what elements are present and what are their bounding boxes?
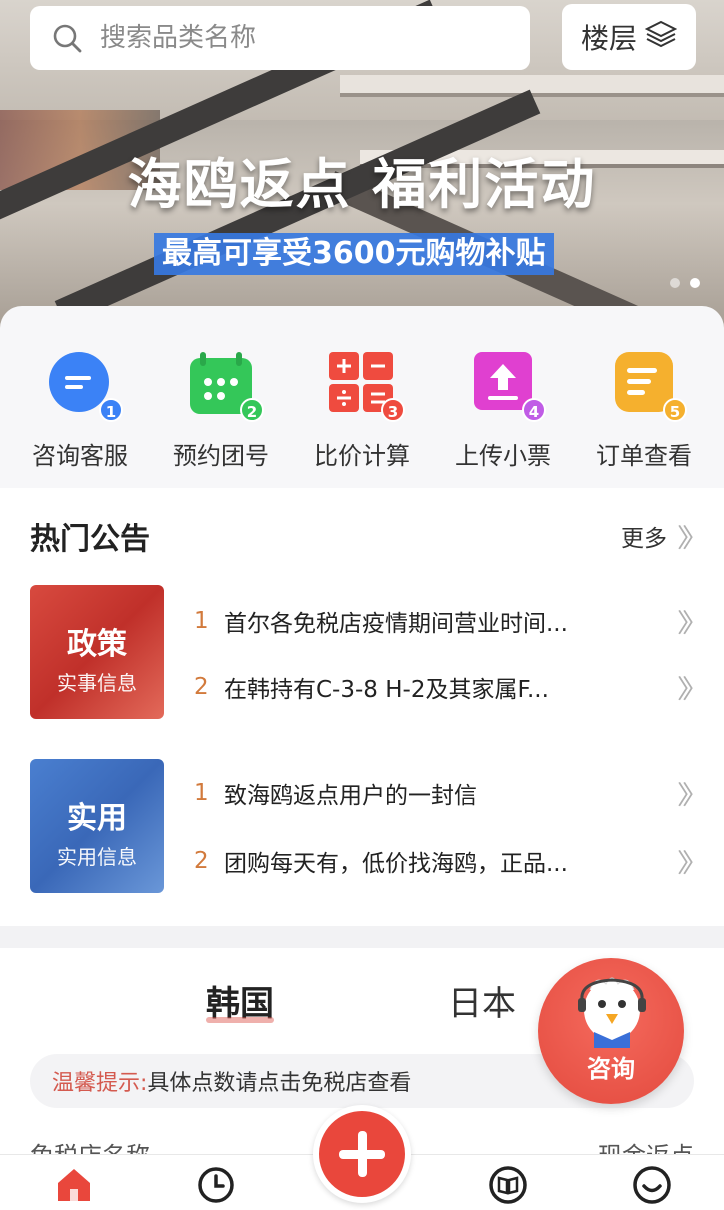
item-text: 在韩持有C-3-8 H-2及其家属F...: [224, 677, 549, 703]
quick-action-compare[interactable]: 3 比价计算: [292, 350, 432, 488]
announcement-item[interactable]: 2 团购每天有，低价找海鸥，正品... 〉〉: [194, 843, 708, 879]
quick-action-number: 3: [381, 398, 405, 422]
quick-action-label: 上传小票: [455, 442, 551, 470]
upload-icon: 4: [468, 350, 546, 422]
clock-icon: [198, 1167, 234, 1203]
tab-korea[interactable]: 韩国: [206, 976, 274, 1025]
quick-action-label: 订单查看: [596, 442, 692, 470]
tab-home[interactable]: [54, 1165, 94, 1205]
practical-tag-image[interactable]: 实用 实用信息: [30, 759, 164, 893]
quick-action-label: 咨询客服: [32, 442, 128, 470]
floor-button-label: 楼层: [580, 22, 637, 55]
seagull-mascot-icon: [578, 977, 646, 1048]
announcement-item[interactable]: 2 在韩持有C-3-8 H-2及其家属F... 〉〉: [194, 669, 708, 705]
quick-action-appointment[interactable]: 2 预约团号: [151, 350, 291, 488]
item-index: 2: [194, 674, 209, 700]
quick-action-upload[interactable]: 4 上传小票: [433, 350, 573, 488]
item-text: 团购每天有，低价找海鸥，正品...: [224, 851, 568, 877]
calculator-icon: 3: [327, 350, 405, 422]
double-chevron-right-icon: 〉〉: [676, 523, 708, 554]
consult-float-button[interactable]: 咨询: [538, 958, 684, 1104]
item-index: 1: [194, 608, 209, 634]
tab-profile[interactable]: [632, 1165, 672, 1205]
quick-action-number: 5: [663, 398, 687, 422]
section-header: 热门公告 更多 〉〉: [30, 514, 708, 558]
search-bar[interactable]: [30, 6, 530, 70]
quick-action-number: 2: [240, 398, 264, 422]
section-title: 热门公告: [30, 522, 150, 557]
tag-title: 实用: [67, 801, 127, 836]
announcement-item[interactable]: 1 致海鸥返点用户的一封信 〉〉: [194, 775, 708, 811]
quick-action-label: 比价计算: [314, 442, 410, 470]
banner-title: 海鸥返点 福利活动: [127, 153, 597, 216]
book-icon: [489, 1166, 527, 1204]
double-chevron-right-icon: 〉〉: [676, 780, 708, 811]
item-index: 1: [194, 780, 209, 806]
banner-subtitle: 最高可享受3600元购物补贴: [154, 233, 554, 275]
floor-button[interactable]: 楼层: [562, 4, 696, 70]
search-icon: [52, 23, 82, 53]
quick-action-number: 1: [99, 398, 123, 422]
announcement-item[interactable]: 1 首尔各免税店疫情期间营业时间... 〉〉: [194, 603, 708, 639]
banner-pagination: [670, 278, 700, 288]
home-icon: [58, 1169, 90, 1201]
chat-bubble-icon: 1: [45, 350, 123, 422]
pagination-dot[interactable]: [670, 278, 680, 288]
quick-action-orders[interactable]: 5 订单查看: [574, 350, 714, 488]
double-chevron-right-icon: 〉〉: [676, 848, 708, 879]
layers-icon: [644, 19, 678, 56]
tag-subtitle: 实用信息: [57, 845, 137, 869]
search-input[interactable]: [100, 23, 480, 53]
quick-action-label: 预约团号: [173, 442, 269, 470]
quick-action-consult[interactable]: 1 咨询客服: [10, 350, 150, 488]
pagination-dot-active[interactable]: [690, 278, 700, 288]
policy-tag-image[interactable]: 政策 实事信息: [30, 585, 164, 719]
tip-label: 温馨提示:: [52, 1071, 148, 1096]
item-text: 致海鸥返点用户的一封信: [224, 783, 477, 809]
tag-subtitle: 实事信息: [57, 671, 137, 695]
hot-announcements: 热门公告 更多 〉〉 政策 实事信息 1 首尔各免税店疫情期间营业时间... 〉…: [0, 488, 724, 926]
tab-japan[interactable]: 日本: [448, 976, 516, 1025]
double-chevron-right-icon: 〉〉: [676, 674, 708, 705]
item-text: 首尔各免税店疫情期间营业时间...: [224, 611, 568, 637]
smile-icon: [633, 1166, 671, 1204]
item-index: 2: [194, 848, 209, 874]
calendar-icon: 2: [186, 350, 264, 422]
plus-center-button[interactable]: [313, 1105, 411, 1203]
tag-title: 政策: [67, 627, 127, 662]
consult-label: 咨询: [587, 1055, 635, 1083]
double-chevron-right-icon: 〉〉: [676, 608, 708, 639]
more-link[interactable]: 更多 〉〉: [620, 518, 708, 555]
tab-history[interactable]: [196, 1165, 236, 1205]
order-list-icon: 5: [609, 350, 687, 422]
more-label: 更多: [620, 526, 667, 552]
quick-action-number: 4: [522, 398, 546, 422]
announcement-group-policy: 政策 实事信息 1 首尔各免税店疫情期间营业时间... 〉〉 2 在韩持有C-3…: [30, 585, 708, 719]
tip-text: 具体点数请点击免税店查看: [147, 1071, 412, 1096]
tab-guide[interactable]: [488, 1165, 528, 1205]
quick-actions: 1 咨询客服 2 预约团号 3 比价计算 4 上传小票 5 订单查看: [0, 306, 724, 488]
announcement-group-practical: 实用 实用信息 1 致海鸥返点用户的一封信 〉〉 2 团购每天有，低价找海鸥，正…: [30, 759, 708, 893]
